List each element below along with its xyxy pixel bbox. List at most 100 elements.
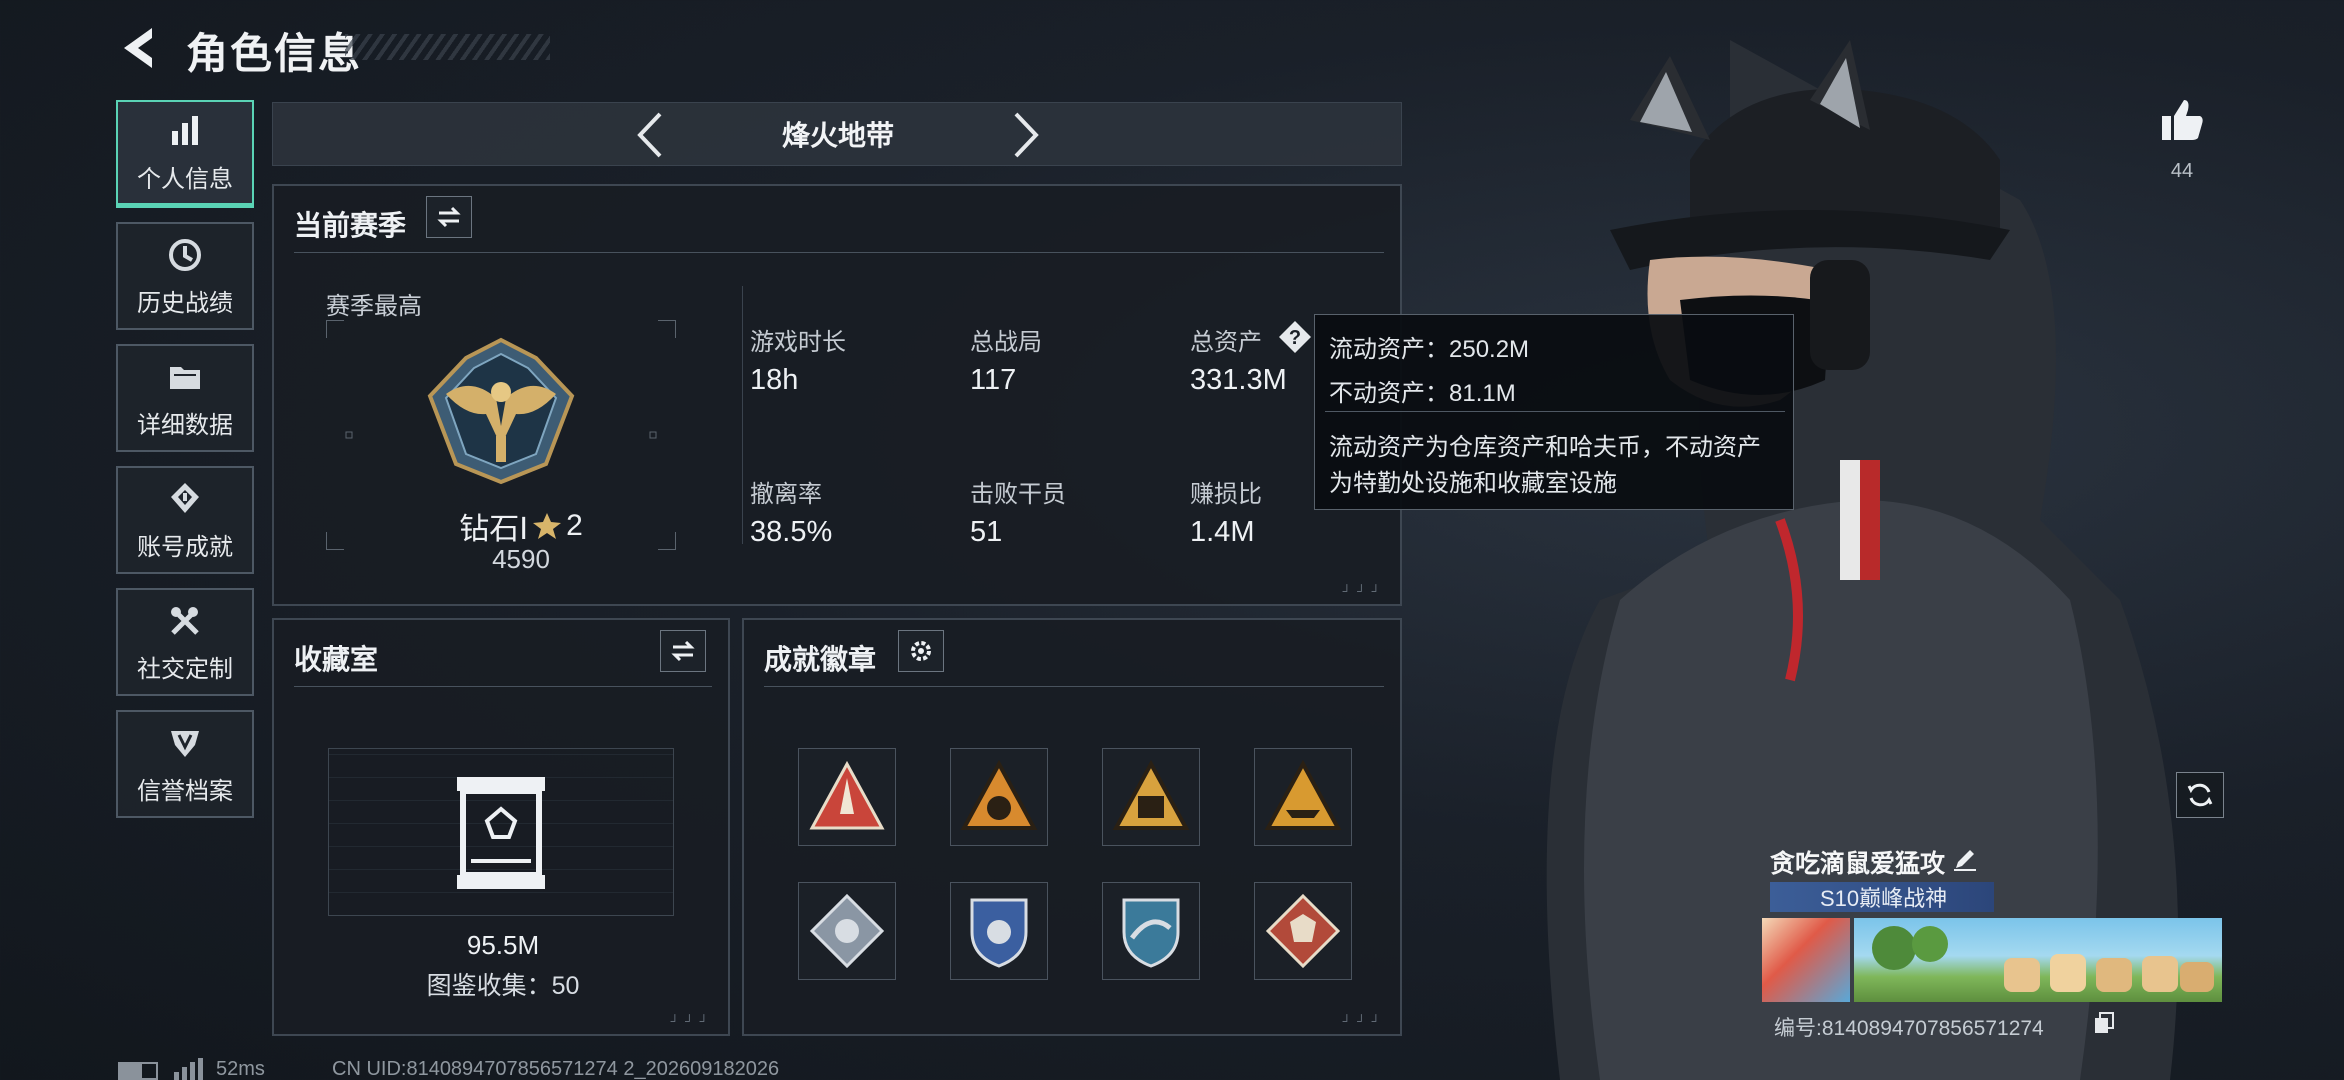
emblem-triangle-badge-icon <box>960 759 1038 830</box>
stat-label-profit-loss: 赚损比 <box>1190 481 1262 508</box>
season-swap-button[interactable] <box>426 196 472 238</box>
season-heading: 当前赛季 <box>294 210 407 241</box>
avatar[interactable] <box>1762 918 1850 1002</box>
diamond-beast-badge-icon <box>1265 893 1341 969</box>
season-panel: 当前赛季 赛季最高 钻石Ⅰ 2 4590 游戏时长 18h 总战局 117 总资… <box>272 184 1402 606</box>
stat-value-playtime: 18h <box>750 364 799 396</box>
rank-score: 4590 <box>492 544 550 574</box>
achievement-badge[interactable] <box>798 748 896 846</box>
sidebar-item-label: 社交定制 <box>137 655 233 683</box>
achievement-badge[interactable] <box>798 882 896 980</box>
achievement-badge[interactable] <box>1254 882 1352 980</box>
tooltip-desc-line1: 流动资产为仓库资产和哈夫币，不动资产 <box>1329 434 1761 461</box>
badges-settings-button[interactable] <box>898 630 944 672</box>
corner-decoration: ┘┘┘ <box>1342 1014 1386 1028</box>
collection-value: 95.5M <box>466 930 540 960</box>
help-icon[interactable]: ? <box>1278 320 1312 354</box>
swap-icon <box>671 640 695 662</box>
player-id: 编号:8140894707856571274 <box>1774 1017 2044 1040</box>
assets-tooltip: 流动资产：250.2M 不动资产：81.1M 流动资产为仓库资产和哈夫币，不动资… <box>1314 314 1794 510</box>
tooltip-fixed-assets: 不动资产：81.1M <box>1329 380 1516 407</box>
cn-uid: CN UID:8140894707856571274 2_20260918202… <box>332 1058 780 1080</box>
edit-icon[interactable] <box>1952 846 1978 872</box>
achievement-badge[interactable] <box>950 748 1048 846</box>
badges-panel: 成就徽章 ┘┘┘ <box>742 618 1402 1036</box>
stat-value-profit-loss: 1.4M <box>1190 516 1255 548</box>
back-arrow-icon[interactable] <box>112 22 164 74</box>
ship-triangle-badge-icon <box>1264 759 1342 830</box>
display-case-icon <box>457 777 545 889</box>
banner-art <box>1872 926 2214 992</box>
shield-crest-badge-icon <box>970 898 1028 968</box>
like-count: 44 <box>2170 160 2194 182</box>
achievement-badge[interactable] <box>1102 882 1200 980</box>
player-title-badge: S10巅峰战神 <box>1770 882 1994 912</box>
stat-label-operators-defeated: 击败干员 <box>970 481 1066 508</box>
achievement-badge[interactable] <box>950 882 1048 980</box>
ping-value: 52ms <box>216 1058 265 1080</box>
badges-heading: 成就徽章 <box>764 644 877 675</box>
stat-label-total-assets: 总资产 <box>1190 329 1262 356</box>
sidebar-item-detail-data[interactable]: 详细数据 <box>116 344 254 452</box>
chevron-right-icon[interactable] <box>1006 108 1046 162</box>
achievement-badge[interactable] <box>1102 748 1200 846</box>
thumbs-up-icon[interactable] <box>2158 96 2206 144</box>
rank-row: 钻石Ⅰ 2 <box>436 504 606 548</box>
divider <box>294 686 712 687</box>
stat-label-playtime: 游戏时长 <box>750 329 846 356</box>
collection-panel: 收藏室 95.5M 图鉴收集：50 ┘┘┘ <box>272 618 730 1036</box>
stat-value-total-matches: 117 <box>970 364 1017 396</box>
profile-banner <box>1854 918 2222 1002</box>
divider <box>1325 411 1785 412</box>
season-best-label: 赛季最高 <box>326 293 422 320</box>
sidebar-item-history[interactable]: 历史战绩 <box>116 222 254 330</box>
collection-catalog: 图鉴收集：50 <box>426 972 580 1000</box>
divider <box>742 286 743 544</box>
corner-decoration: ┘┘┘ <box>1342 584 1386 598</box>
stat-label-total-matches: 总战局 <box>970 329 1042 356</box>
refresh-button[interactable] <box>2176 772 2224 818</box>
tooltip-desc-line2: 为特勤处设施和收藏室设施 <box>1329 470 1617 497</box>
collection-swap-button[interactable] <box>660 630 706 672</box>
sidebar-item-achievements[interactable]: 账号成就 <box>116 466 254 574</box>
battery-icon <box>118 1062 158 1080</box>
stat-value-total-assets: 331.3M <box>1190 364 1287 396</box>
sidebar-item-label: 历史战绩 <box>137 289 233 317</box>
title-badge-text: S10巅峰战神 <box>1820 886 1948 911</box>
folder-icon <box>170 366 200 389</box>
swap-icon <box>437 206 461 228</box>
diamond-gear-badge-icon <box>809 893 885 969</box>
refresh-icon <box>2187 783 2213 807</box>
collection-heading: 收藏室 <box>294 644 379 675</box>
clock-icon <box>169 238 201 271</box>
shield-icon <box>171 730 199 757</box>
diamond-rank-emblem-icon <box>427 337 575 485</box>
fortress-triangle-badge-icon <box>1112 759 1190 830</box>
rank-stars: 2 <box>566 509 583 542</box>
sidebar-item-label: 信誉档案 <box>137 777 233 805</box>
achievement-badge[interactable] <box>1254 748 1352 846</box>
stat-label-extraction-rate: 撤离率 <box>750 481 822 508</box>
copy-icon[interactable] <box>2094 1012 2114 1034</box>
sidebar-item-reputation[interactable]: 信誉档案 <box>116 710 254 818</box>
signal-icon <box>174 1058 203 1080</box>
rocket-triangle-badge-icon <box>809 760 885 830</box>
stat-value-extraction-rate: 38.5% <box>750 516 833 548</box>
collection-preview[interactable] <box>328 748 674 916</box>
sidebar-item-label: 详细数据 <box>137 411 233 439</box>
rank-name: 钻石Ⅰ <box>459 513 529 546</box>
title-decoration <box>345 34 550 60</box>
bar-chart-icon <box>172 116 198 145</box>
divider <box>294 252 1384 253</box>
chevron-left-icon[interactable] <box>630 108 670 162</box>
sidebar-item-social-custom[interactable]: 社交定制 <box>116 588 254 696</box>
stat-value-operators-defeated: 51 <box>970 516 1003 548</box>
corner-decoration: ┘┘┘ <box>670 1014 714 1028</box>
sidebar-item-personal-info[interactable]: 个人信息 <box>116 100 254 208</box>
player-nickname: 贪吃滴鼠爱猛攻 <box>1770 850 1946 878</box>
gear-icon <box>911 641 931 661</box>
wing-shield-badge-icon <box>1122 898 1180 968</box>
svg-text:?: ? <box>1289 327 1301 349</box>
sidebar-item-label: 个人信息 <box>137 166 233 193</box>
mode-title: 烽火地带 <box>781 120 894 151</box>
